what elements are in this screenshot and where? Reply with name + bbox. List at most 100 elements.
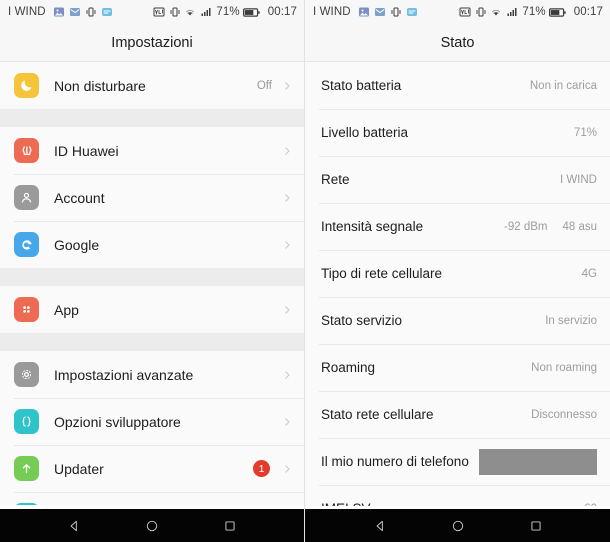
status-row-roaming[interactable]: Roaming Non roaming xyxy=(305,344,610,391)
back-button[interactable] xyxy=(66,518,82,534)
home-button[interactable] xyxy=(144,518,160,534)
status-row-stato-rete-cellulare[interactable]: Stato rete cellulare Disconnesso xyxy=(305,391,610,438)
item-value: Off xyxy=(256,79,272,92)
status-row-intensita-segnale[interactable]: Intensità segnale -92 dBm 48 asu xyxy=(305,203,610,250)
google-icon xyxy=(14,232,39,257)
row-label: Stato batteria xyxy=(321,78,402,93)
notification-icons xyxy=(53,6,113,18)
chevron-right-icon xyxy=(281,369,293,381)
back-button[interactable] xyxy=(372,518,388,534)
settings-list: Non disturbare Off ID Huawei Account Goo… xyxy=(0,62,304,506)
status-row-stato-servizio[interactable]: Stato servizio In servizio xyxy=(305,297,610,344)
group-separator xyxy=(0,333,304,351)
status-row-stato-batteria[interactable]: Stato batteria Non in carica xyxy=(305,62,610,109)
row-label: Stato servizio xyxy=(321,313,403,328)
apps-grid-icon xyxy=(14,297,39,322)
row-value: I WIND xyxy=(559,173,597,186)
up-arrow-icon xyxy=(14,456,39,481)
person-icon xyxy=(14,185,39,210)
chevron-right-icon xyxy=(281,463,293,475)
row-label: IMEI SV xyxy=(321,501,584,506)
battery-icon xyxy=(243,7,260,17)
row-label: Roaming xyxy=(321,360,376,375)
row-label: Intensità segnale xyxy=(321,219,424,234)
row-value: -92 dBm xyxy=(504,220,548,233)
status-badge: 1 xyxy=(253,460,270,477)
moon-icon xyxy=(14,73,39,98)
row-label: Livello batteria xyxy=(321,125,409,140)
sidebar-item-impostazioni-avanzate[interactable]: Impostazioni avanzate xyxy=(0,351,304,398)
row-value: 71% xyxy=(573,126,597,139)
photo-icon xyxy=(53,7,64,17)
chevron-right-icon xyxy=(281,416,293,428)
status-bar-right: I WIND 71% 00:17 xyxy=(305,0,610,24)
signal-icon xyxy=(201,8,211,16)
status-bar-system-icons: 71% 00:17 xyxy=(459,6,603,18)
item-label: Impostazioni avanzate xyxy=(54,366,194,383)
home-button[interactable] xyxy=(450,518,466,534)
settings-group-dnd: Non disturbare Off xyxy=(0,62,304,109)
recents-button[interactable] xyxy=(528,518,544,534)
wifi-icon xyxy=(492,9,501,16)
message-icon xyxy=(101,8,112,16)
settings-group-system: Impostazioni avanzate Opzioni sviluppato… xyxy=(0,351,304,506)
sidebar-item-info-sul-telefono[interactable]: Info sul telefono xyxy=(0,492,304,506)
row-value: In servizio xyxy=(545,314,597,327)
sidebar-item-updater[interactable]: Updater 1 xyxy=(0,445,304,492)
vibrate-mode-icon xyxy=(476,7,486,17)
status-list: Stato batteria Non in carica Livello bat… xyxy=(305,62,610,506)
carrier-label: I WIND xyxy=(8,6,46,18)
row-label: Stato rete cellulare xyxy=(321,407,434,422)
navigation-bar-right xyxy=(305,509,610,542)
settings-group-accounts: ID Huawei Account Google xyxy=(0,127,304,268)
row-value: Disconnesso xyxy=(531,408,597,421)
gear-icon xyxy=(14,362,39,387)
chevron-right-icon xyxy=(281,304,293,316)
item-label: ID Huawei xyxy=(54,142,119,159)
battery-icon xyxy=(549,7,566,17)
redacted-value xyxy=(479,448,597,475)
vibrate-icon xyxy=(86,7,96,17)
photo-icon xyxy=(358,7,369,17)
wifi-icon xyxy=(186,9,195,16)
chevron-right-icon xyxy=(281,80,293,92)
status-row-imei-sv[interactable]: IMEI SV 60 xyxy=(305,485,610,506)
status-row-rete[interactable]: Rete I WIND xyxy=(305,156,610,203)
settings-title: Impostazioni xyxy=(0,24,304,62)
sidebar-item-google[interactable]: Google xyxy=(0,221,304,268)
sidebar-item-opzioni-sviluppatore[interactable]: Opzioni sviluppatore xyxy=(0,398,304,445)
chevron-right-icon xyxy=(281,192,293,204)
settings-group-apps: App xyxy=(0,286,304,333)
recents-button[interactable] xyxy=(222,518,238,534)
item-label: App xyxy=(54,301,79,318)
row-value: 4G xyxy=(581,267,597,280)
sidebar-item-id-huawei[interactable]: ID Huawei xyxy=(0,127,304,174)
item-label: Account xyxy=(54,189,105,206)
row-value: 60 xyxy=(584,503,597,506)
carrier-label: I WIND xyxy=(313,6,351,18)
status-rows: Stato batteria Non in carica Livello bat… xyxy=(305,62,610,506)
clock-label: 00:17 xyxy=(267,6,297,18)
status-panel: I WIND 71% 00:17 Stato Stato batteria No… xyxy=(305,0,610,542)
signal-icon xyxy=(507,8,517,16)
battery-percent-label: 71% xyxy=(216,6,240,18)
status-row-livello-batteria[interactable]: Livello batteria 71% xyxy=(305,109,610,156)
volte-icon xyxy=(459,7,471,17)
phone-info-icon xyxy=(14,503,39,506)
status-title: Stato xyxy=(305,24,610,62)
navigation-bar-left xyxy=(0,509,304,542)
item-label: Non disturbare xyxy=(54,77,146,94)
clock-label: 00:17 xyxy=(573,6,603,18)
braces-icon xyxy=(14,409,39,434)
sidebar-item-account[interactable]: Account xyxy=(0,174,304,221)
status-row-tipo-di-rete-cellulare[interactable]: Tipo di rete cellulare 4G xyxy=(305,250,610,297)
vibrate-mode-icon xyxy=(170,7,180,17)
status-row-il-mio-numero-di-telefono[interactable]: Il mio numero di telefono xyxy=(305,438,610,485)
message-icon xyxy=(406,8,417,16)
dual-screenshot: I WIND 71% 00:17 Impostazioni Non distur… xyxy=(0,0,610,542)
item-label: Updater xyxy=(54,460,104,477)
sidebar-item-app[interactable]: App xyxy=(0,286,304,333)
sidebar-item-non-disturbare[interactable]: Non disturbare Off xyxy=(0,62,304,109)
volte-icon xyxy=(153,7,165,17)
battery-percent-label: 71% xyxy=(522,6,546,18)
